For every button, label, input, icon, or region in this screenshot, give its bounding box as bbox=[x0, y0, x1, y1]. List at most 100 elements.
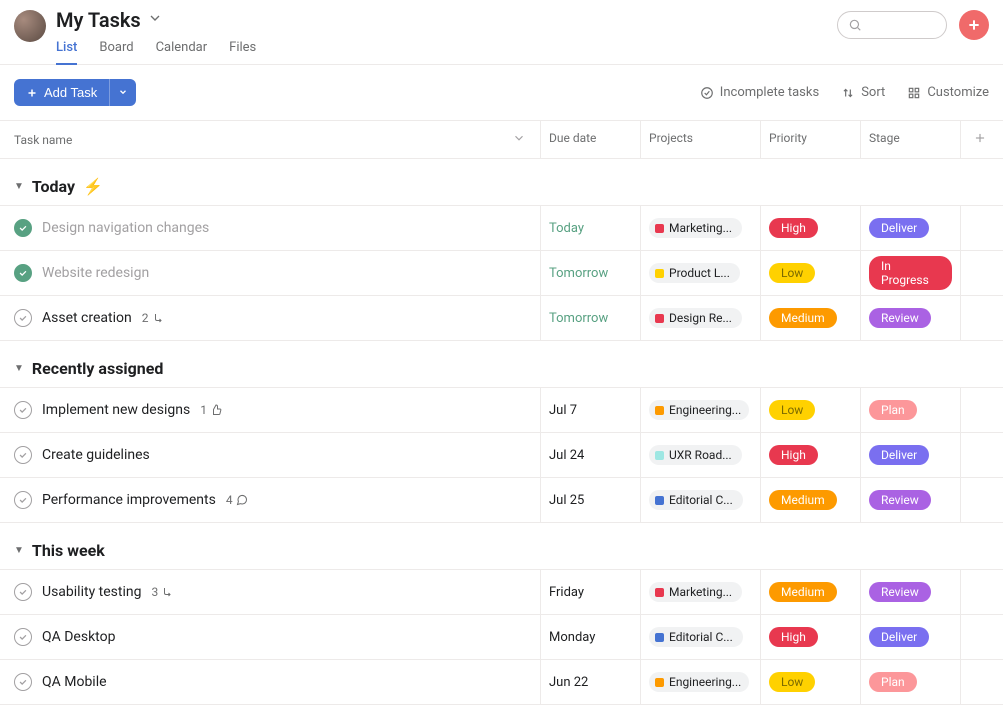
tab-list[interactable]: List bbox=[56, 36, 77, 65]
project-chip[interactable]: UXR Road... bbox=[649, 445, 742, 465]
section-header[interactable]: ▼This week bbox=[0, 523, 1003, 570]
cell-project[interactable]: Editorial C... bbox=[640, 478, 760, 522]
task-name[interactable]: Implement new designs bbox=[42, 402, 190, 418]
project-chip[interactable]: Editorial C... bbox=[649, 490, 743, 510]
cell-due[interactable]: Jun 22 bbox=[540, 660, 640, 704]
task-row[interactable]: Website redesign Tomorrow Product L... Low I… bbox=[0, 250, 1003, 296]
sort-button[interactable]: Sort bbox=[841, 85, 885, 100]
task-name[interactable]: Performance improvements bbox=[42, 492, 216, 508]
cell-due[interactable]: Friday bbox=[540, 570, 640, 614]
column-due[interactable]: Due date bbox=[540, 121, 640, 158]
title-dropdown-icon[interactable] bbox=[147, 10, 163, 30]
cell-priority[interactable]: Medium bbox=[760, 478, 860, 522]
cell-priority[interactable]: High bbox=[760, 433, 860, 477]
cell-stage[interactable]: In Progress bbox=[860, 251, 960, 295]
stage-pill[interactable]: Plan bbox=[869, 400, 917, 420]
add-task-dropdown[interactable] bbox=[109, 79, 136, 106]
cell-stage[interactable]: Deliver bbox=[860, 615, 960, 659]
priority-pill[interactable]: Low bbox=[769, 263, 815, 283]
priority-pill[interactable]: Medium bbox=[769, 308, 837, 328]
task-row[interactable]: Usability testing3 FridayMarketing...Med… bbox=[0, 569, 1003, 615]
task-row[interactable]: Performance improvements4 Jul 25Editoria… bbox=[0, 477, 1003, 523]
cell-project[interactable]: Design Re... bbox=[640, 296, 760, 340]
complete-checkbox[interactable] bbox=[14, 219, 32, 237]
project-chip[interactable]: Product L... bbox=[649, 263, 740, 283]
project-chip[interactable]: Engineering... bbox=[649, 672, 749, 692]
cell-stage[interactable]: Deliver bbox=[860, 206, 960, 250]
task-row[interactable]: Design navigation changes Today Marketing.… bbox=[0, 205, 1003, 251]
project-chip[interactable]: Marketing... bbox=[649, 218, 742, 238]
priority-pill[interactable]: Medium bbox=[769, 582, 837, 602]
task-row[interactable]: Asset creation2 TomorrowDesign Re...Medi… bbox=[0, 295, 1003, 341]
cell-due[interactable]: Today bbox=[540, 206, 640, 250]
complete-checkbox[interactable] bbox=[14, 673, 32, 691]
cell-due[interactable]: Tomorrow bbox=[540, 251, 640, 295]
global-add-button[interactable] bbox=[959, 10, 989, 40]
column-projects[interactable]: Projects bbox=[640, 121, 760, 158]
cell-priority[interactable]: Medium bbox=[760, 296, 860, 340]
section-header[interactable]: ▼Recently assigned bbox=[0, 341, 1003, 388]
tab-files[interactable]: Files bbox=[229, 36, 256, 65]
chevron-down-icon[interactable] bbox=[512, 131, 526, 148]
stage-pill[interactable]: Review bbox=[869, 582, 931, 602]
task-name[interactable]: Asset creation bbox=[42, 310, 132, 326]
priority-pill[interactable]: Low bbox=[769, 400, 815, 420]
cell-project[interactable]: Marketing... bbox=[640, 570, 760, 614]
complete-checkbox[interactable] bbox=[14, 309, 32, 327]
column-stage[interactable]: Stage bbox=[860, 121, 960, 158]
priority-pill[interactable]: High bbox=[769, 627, 818, 647]
priority-pill[interactable]: High bbox=[769, 218, 818, 238]
stage-pill[interactable]: Review bbox=[869, 490, 931, 510]
cell-stage[interactable]: Plan bbox=[860, 660, 960, 704]
complete-checkbox[interactable] bbox=[14, 583, 32, 601]
customize-button[interactable]: Customize bbox=[907, 85, 989, 100]
complete-checkbox[interactable] bbox=[14, 264, 32, 282]
column-priority[interactable]: Priority bbox=[760, 121, 860, 158]
cell-stage[interactable]: Review bbox=[860, 478, 960, 522]
stage-pill[interactable]: Deliver bbox=[869, 218, 929, 238]
cell-priority[interactable]: High bbox=[760, 206, 860, 250]
cell-project[interactable]: Engineering... bbox=[640, 660, 760, 704]
complete-checkbox[interactable] bbox=[14, 446, 32, 464]
task-name[interactable]: Design navigation changes bbox=[42, 220, 209, 236]
stage-pill[interactable]: Deliver bbox=[869, 627, 929, 647]
cell-project[interactable]: Editorial C... bbox=[640, 615, 760, 659]
priority-pill[interactable]: Medium bbox=[769, 490, 837, 510]
cell-project[interactable]: Marketing... bbox=[640, 206, 760, 250]
cell-priority[interactable]: Low bbox=[760, 251, 860, 295]
add-column-button[interactable] bbox=[960, 121, 1003, 158]
cell-priority[interactable]: Medium bbox=[760, 570, 860, 614]
complete-checkbox[interactable] bbox=[14, 628, 32, 646]
cell-project[interactable]: Product L... bbox=[640, 251, 760, 295]
filter-incomplete[interactable]: Incomplete tasks bbox=[700, 85, 819, 100]
tab-board[interactable]: Board bbox=[99, 36, 133, 65]
cell-due[interactable]: Jul 7 bbox=[540, 388, 640, 432]
task-row[interactable]: Implement new designs1 Jul 7Engineering.… bbox=[0, 387, 1003, 433]
section-header[interactable]: ▼Today ⚡ bbox=[0, 159, 1003, 206]
project-chip[interactable]: Design Re... bbox=[649, 308, 742, 328]
stage-pill[interactable]: Plan bbox=[869, 672, 917, 692]
project-chip[interactable]: Engineering... bbox=[649, 400, 749, 420]
cell-due[interactable]: Jul 24 bbox=[540, 433, 640, 477]
stage-pill[interactable]: In Progress bbox=[869, 256, 952, 290]
task-name[interactable]: Create guidelines bbox=[42, 447, 150, 463]
cell-priority[interactable]: Low bbox=[760, 388, 860, 432]
cell-due[interactable]: Monday bbox=[540, 615, 640, 659]
project-chip[interactable]: Marketing... bbox=[649, 582, 742, 602]
cell-project[interactable]: UXR Road... bbox=[640, 433, 760, 477]
stage-pill[interactable]: Deliver bbox=[869, 445, 929, 465]
task-name[interactable]: Website redesign bbox=[42, 265, 149, 281]
task-name[interactable]: Usability testing bbox=[42, 584, 141, 600]
tab-calendar[interactable]: Calendar bbox=[156, 36, 208, 65]
task-row[interactable]: QA Mobile Jun 22 Engineering... Low Plan bbox=[0, 659, 1003, 705]
task-name[interactable]: QA Mobile bbox=[42, 674, 107, 690]
cell-stage[interactable]: Plan bbox=[860, 388, 960, 432]
complete-checkbox[interactable] bbox=[14, 401, 32, 419]
priority-pill[interactable]: High bbox=[769, 445, 818, 465]
task-row[interactable]: Create guidelines Jul 24 UXR Road... High De… bbox=[0, 432, 1003, 478]
cell-project[interactable]: Engineering... bbox=[640, 388, 760, 432]
priority-pill[interactable]: Low bbox=[769, 672, 815, 692]
cell-priority[interactable]: Low bbox=[760, 660, 860, 704]
cell-stage[interactable]: Review bbox=[860, 570, 960, 614]
cell-priority[interactable]: High bbox=[760, 615, 860, 659]
